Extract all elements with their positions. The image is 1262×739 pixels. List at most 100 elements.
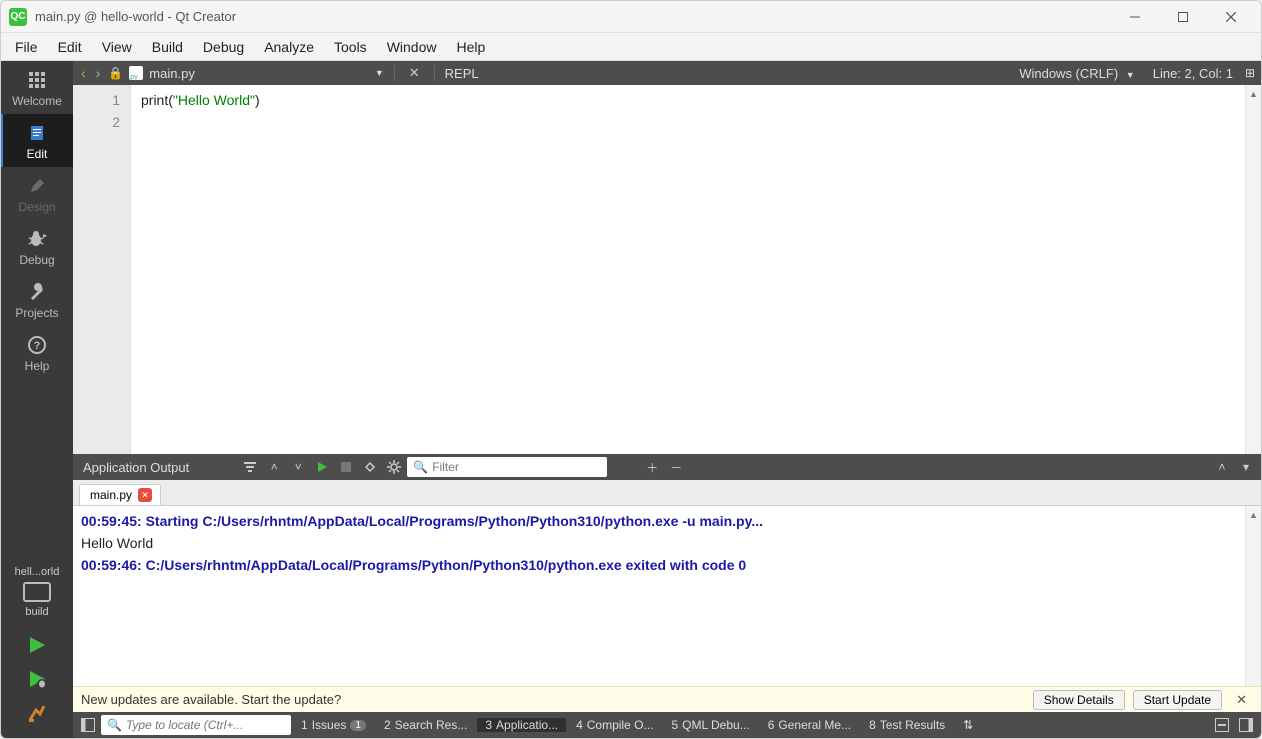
close-editor-button[interactable]: ✕ — [405, 65, 424, 81]
line-ending-value: Windows (CRLF) — [1019, 66, 1118, 81]
output-tab[interactable]: main.py ✕ — [79, 484, 161, 505]
nav-forward-button[interactable]: › — [94, 65, 103, 81]
kit-selector[interactable]: hell...orld build — [1, 560, 73, 624]
attach-button[interactable] — [359, 456, 381, 478]
show-details-button[interactable]: Show Details — [1033, 690, 1125, 710]
locator-input[interactable]: 🔍 — [101, 715, 291, 735]
line-ending-selector[interactable]: Windows (CRLF) ▼ — [1013, 66, 1141, 81]
repl-label[interactable]: REPL — [445, 66, 479, 81]
build-button[interactable] — [26, 702, 48, 724]
locator-text-field[interactable] — [126, 718, 285, 732]
kit-build-label: build — [25, 606, 48, 618]
start-update-button[interactable]: Start Update — [1133, 690, 1222, 710]
run-button[interactable] — [26, 634, 48, 656]
document-icon — [28, 122, 46, 144]
code-editor[interactable]: 1 2 print("Hello World") ▲ — [73, 85, 1261, 454]
sb-label: Applicatio... — [496, 718, 558, 732]
activity-label: Design — [18, 200, 55, 214]
statusbar-updown[interactable]: ⇅ — [955, 718, 981, 732]
activity-welcome[interactable]: Welcome — [1, 61, 73, 114]
filter-text-field[interactable] — [432, 460, 601, 474]
menu-edit[interactable]: Edit — [48, 36, 92, 58]
toggle-right-sidebar-button[interactable] — [1235, 718, 1257, 732]
output-stop-button[interactable] — [335, 456, 357, 478]
titlebar: QC main.py @ hello-world - Qt Creator — [1, 1, 1261, 33]
activity-projects[interactable]: Projects — [1, 273, 73, 326]
remove-pane-button[interactable]: － — [665, 456, 687, 478]
next-item-button[interactable]: ˅ — [287, 456, 309, 478]
prev-item-button[interactable]: ˄ — [263, 456, 285, 478]
statusbar-compile[interactable]: 4 Compile O... — [568, 718, 661, 732]
editor-nav: ‹ › 🔒 main.py ▼ ✕ REPL Windows (CRLF) ▼ — [73, 61, 1261, 85]
menu-tools[interactable]: Tools — [324, 36, 377, 58]
activity-label: Welcome — [12, 94, 62, 108]
sb-label: Compile O... — [587, 718, 654, 732]
menu-debug[interactable]: Debug — [193, 36, 254, 58]
svg-text:▸: ▸ — [43, 231, 47, 240]
python-file-icon — [129, 66, 143, 80]
output-tabs: main.py ✕ — [73, 480, 1261, 506]
split-editor-button[interactable]: ⊞ — [1245, 66, 1255, 80]
nav-back-button[interactable]: ‹ — [79, 65, 88, 81]
chevron-down-icon[interactable]: ▼ — [375, 68, 384, 78]
code-area[interactable]: print("Hello World") — [131, 85, 1245, 454]
menu-analyze[interactable]: Analyze — [254, 36, 324, 58]
menu-window[interactable]: Window — [377, 36, 447, 58]
kit-project-label: hell...orld — [15, 566, 60, 578]
menu-file[interactable]: File — [5, 36, 48, 58]
scroll-up-icon: ▲ — [1249, 510, 1258, 520]
menu-build[interactable]: Build — [142, 36, 193, 58]
run-debug-button[interactable] — [26, 668, 48, 690]
statusbar-general[interactable]: 6 General Me... — [760, 718, 859, 732]
dismiss-update-button[interactable]: ✕ — [1230, 692, 1253, 708]
activity-help[interactable]: ? Help — [1, 326, 73, 379]
activity-design[interactable]: Design — [1, 167, 73, 220]
current-filename: main.py — [149, 66, 195, 81]
close-output-pane-button[interactable] — [1211, 718, 1233, 732]
scroll-up-icon: ▲ — [1249, 89, 1258, 99]
sb-label: QML Debu... — [682, 718, 750, 732]
issues-count-badge: 1 — [350, 720, 366, 731]
collapse-output-button[interactable]: ˄ — [1211, 456, 1233, 478]
statusbar-testresults[interactable]: 8 Test Results — [861, 718, 953, 732]
output-panel-header: Application Output ˄ ˅ — [73, 454, 1261, 480]
statusbar-issues[interactable]: 1 Issues 1 — [293, 718, 374, 732]
maximize-button[interactable] — [1161, 3, 1205, 31]
activity-debug[interactable]: ▸ Debug — [1, 220, 73, 273]
menu-view[interactable]: View — [92, 36, 142, 58]
file-selector[interactable]: main.py — [149, 66, 199, 81]
monitor-icon — [23, 582, 51, 602]
statusbar-appoutput[interactable]: 3 Applicatio... — [477, 718, 566, 732]
minimize-button[interactable] — [1113, 3, 1157, 31]
output-run-button[interactable] — [311, 456, 333, 478]
window-title: main.py @ hello-world - Qt Creator — [35, 9, 1113, 24]
stop-badge-icon[interactable]: ✕ — [138, 488, 152, 502]
statusbar-qmldebug[interactable]: 5 QML Debu... — [663, 718, 757, 732]
sb-num: 4 — [576, 718, 583, 732]
output-settings-button[interactable] — [383, 456, 405, 478]
sb-num: 1 — [301, 718, 308, 732]
sb-label: Test Results — [880, 718, 945, 732]
code-line — [141, 111, 1235, 133]
output-tab-label: main.py — [90, 488, 132, 502]
statusbar-search[interactable]: 2 Search Res... — [376, 718, 475, 732]
filter-toggle-button[interactable] — [239, 456, 261, 478]
lock-icon[interactable]: 🔒 — [108, 66, 123, 80]
output-line: Hello World — [81, 532, 1253, 554]
close-button[interactable] — [1209, 3, 1253, 31]
vertical-scrollbar[interactable]: ▲ — [1245, 506, 1261, 686]
menu-help[interactable]: Help — [446, 36, 495, 58]
update-notification-bar: New updates are available. Start the upd… — [73, 686, 1261, 712]
toggle-left-sidebar-button[interactable] — [77, 718, 99, 732]
output-filter-input[interactable]: 🔍 — [407, 457, 607, 477]
cursor-position[interactable]: Line: 2, Col: 1 — [1147, 66, 1239, 81]
vertical-scrollbar[interactable]: ▲ — [1245, 85, 1261, 454]
activity-edit[interactable]: Edit — [1, 114, 73, 167]
sb-num: 6 — [768, 718, 775, 732]
activity-label: Projects — [15, 306, 58, 320]
minimize-output-button[interactable]: ▾ — [1235, 456, 1257, 478]
output-body[interactable]: 00:59:45: Starting C:/Users/rhntm/AppDat… — [73, 506, 1261, 686]
sb-label: General Me... — [778, 718, 851, 732]
sb-label: Search Res... — [395, 718, 468, 732]
add-pane-button[interactable]: ＋ — [641, 456, 663, 478]
